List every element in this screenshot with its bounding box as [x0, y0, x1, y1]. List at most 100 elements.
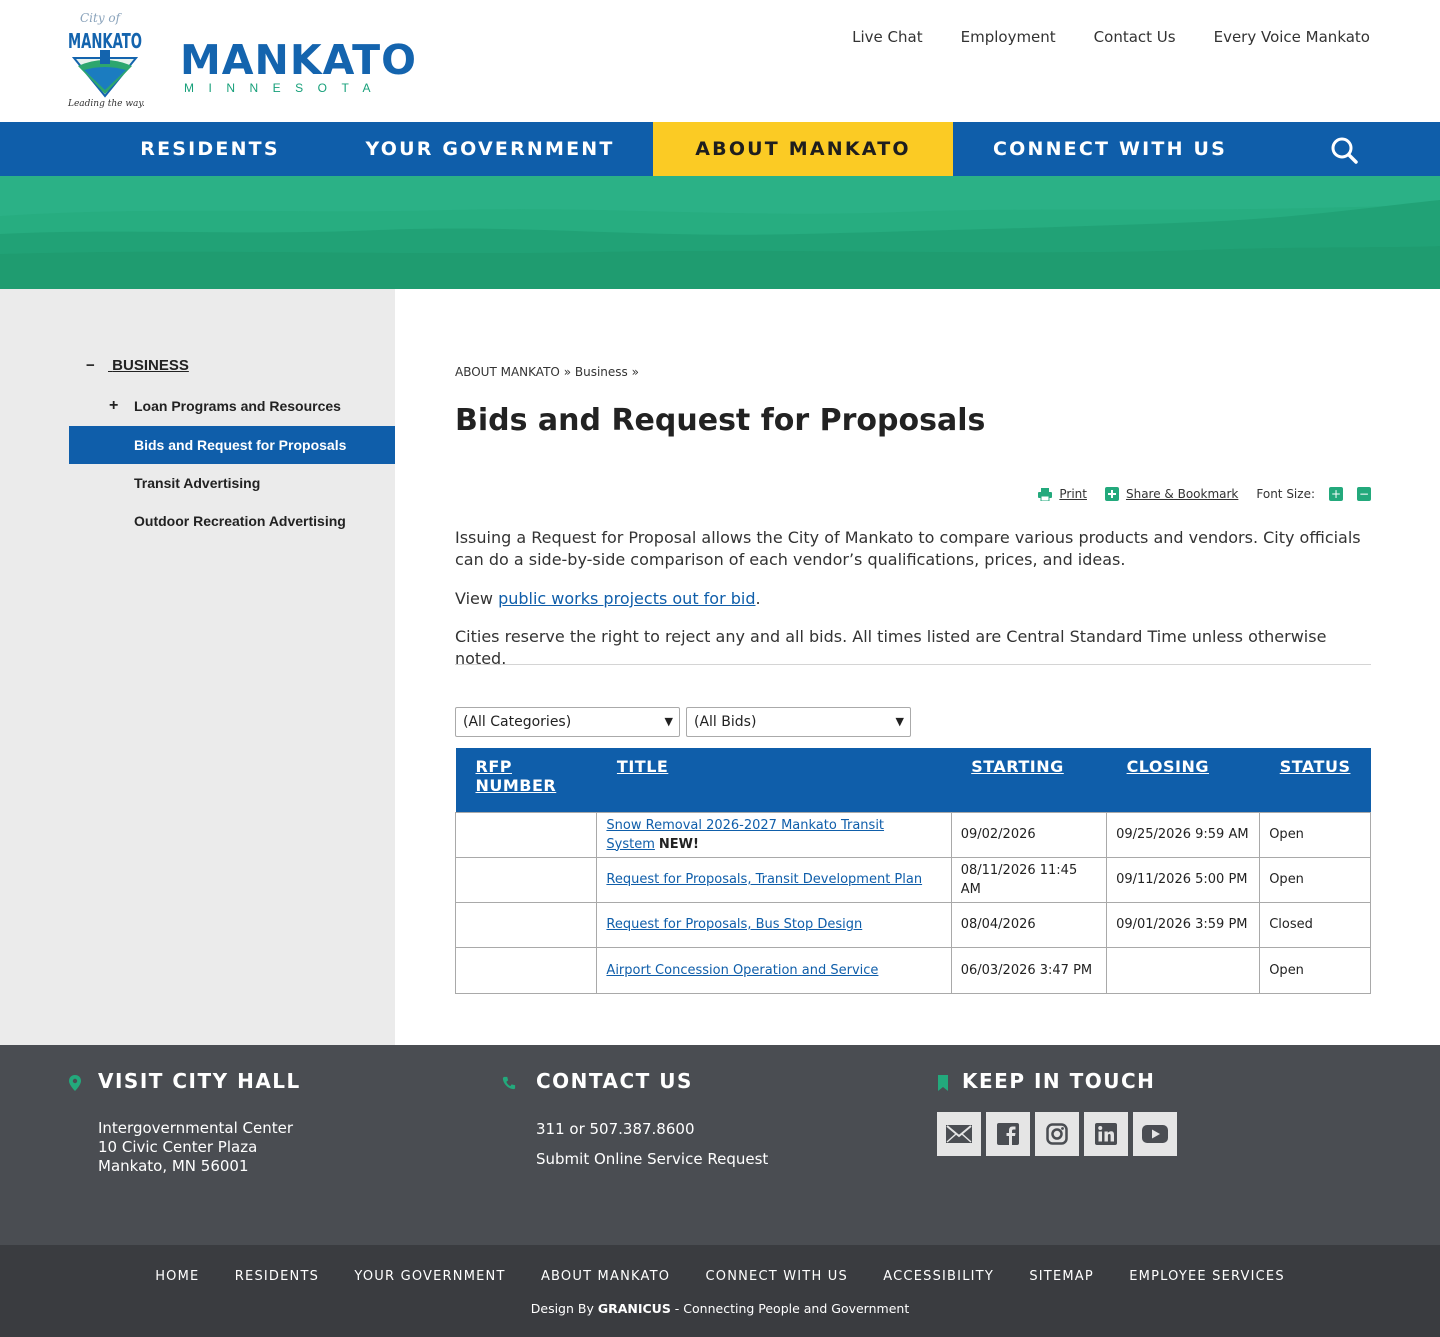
header-title: TITLE — [596, 748, 952, 812]
cell-title: Airport Concession Operation and Service — [596, 946, 952, 994]
footer-link-residents[interactable]: RESIDENTS — [235, 1269, 319, 1284]
nav-connect-with-us[interactable]: CONNECT WITH US — [985, 122, 1235, 176]
footer-link-sitemap[interactable]: SITEMAP — [1029, 1269, 1094, 1284]
collapse-icon: − — [86, 357, 95, 374]
city-seal-logo[interactable]: City of MANKATO Leading the way... — [66, 8, 151, 112]
cell-closing: 09/25/2026 9:59 AM — [1106, 811, 1261, 858]
sidebar-item-outdoor-advertising[interactable]: Outdoor Recreation Advertising — [69, 502, 395, 540]
map-pin-icon — [69, 1075, 81, 1091]
nav-about-mankato[interactable]: ABOUT MANKATO — [653, 122, 953, 176]
credit-suffix: - Connecting People and Government — [670, 1301, 910, 1316]
footer-link-employee-services[interactable]: EMPLOYEE SERVICES — [1129, 1269, 1285, 1284]
seal-name-text: MANKATO — [68, 29, 142, 53]
footer-nav: HOME RESIDENTS YOUR GOVERNMENT ABOUT MAN… — [0, 1269, 1440, 1284]
sort-closing[interactable]: CLOSING — [1127, 757, 1209, 776]
font-increase-button[interactable]: + — [1329, 487, 1343, 501]
sort-title[interactable]: TITLE — [617, 757, 668, 776]
wordmark-sub: MINNESOTA — [184, 81, 385, 95]
footer-bottom-bar: HOME RESIDENTS YOUR GOVERNMENT ABOUT MAN… — [0, 1245, 1440, 1337]
sidebar-item-label: BUSINESS — [112, 357, 189, 374]
cell-status: Open — [1259, 811, 1371, 858]
cell-starting: 08/04/2026 — [950, 901, 1108, 948]
service-request-link[interactable]: Submit Online Service Request — [536, 1150, 768, 1169]
address-line: Mankato, MN 56001 — [98, 1157, 249, 1175]
sidebar-item-bids[interactable]: Bids and Request for Proposals — [69, 426, 395, 464]
category-select[interactable]: (All Categories) ▼ — [455, 707, 680, 737]
breadcrumb-separator: » — [563, 365, 572, 379]
seal-script-text: City of — [80, 11, 123, 25]
print-link[interactable]: Print — [1059, 487, 1087, 501]
footer-link-connect[interactable]: CONNECT WITH US — [706, 1269, 848, 1284]
section-sidebar: − BUSINESS + Loan Programs and Resources… — [0, 289, 395, 1045]
printer-icon — [1038, 488, 1053, 501]
table-header-row: RFP NUMBER TITLE STARTING CLOSING STATUS — [455, 748, 1371, 812]
chevron-down-icon: ▼ — [664, 715, 673, 728]
breadcrumb-business[interactable]: Business — [575, 365, 628, 379]
cell-closing: 09/01/2026 3:59 PM — [1106, 901, 1261, 948]
linkedin-icon[interactable] — [1084, 1112, 1128, 1156]
util-link-live-chat[interactable]: Live Chat — [852, 28, 922, 46]
search-icon[interactable] — [1328, 134, 1360, 166]
page-title: Bids and Request for Proposals — [455, 403, 986, 438]
intro-paragraph: Issuing a Request for Proposal allows th… — [455, 528, 1361, 569]
cell-status: Open — [1259, 946, 1371, 994]
public-works-bids-link[interactable]: public works projects out for bid — [498, 589, 755, 608]
util-link-contact-us[interactable]: Contact Us — [1094, 28, 1176, 46]
sidebar-item-transit-advertising[interactable]: Transit Advertising — [69, 464, 395, 502]
footer-link-your-government[interactable]: YOUR GOVERNMENT — [354, 1269, 505, 1284]
footer-visit-col: VISIT CITY HALL Intergovernmental Center… — [98, 1069, 301, 1176]
font-decrease-button[interactable]: − — [1357, 487, 1371, 501]
sort-rfp-number[interactable]: RFP NUMBER — [476, 757, 557, 795]
bid-title-link[interactable]: Request for Proposals, Transit Developme… — [606, 872, 922, 887]
sidebar-item-label: Loan Programs and Resources — [134, 398, 341, 414]
sidebar-item-loan-programs[interactable]: + Loan Programs and Resources — [69, 387, 395, 425]
site-header: City of MANKATO Leading the way... MANKA… — [0, 0, 1440, 122]
sort-status[interactable]: STATUS — [1280, 757, 1351, 776]
util-link-every-voice[interactable]: Every Voice Mankato — [1214, 28, 1370, 46]
table-row: Request for Proposals, Bus Stop Design 0… — [454, 901, 1371, 948]
cell-status: Closed — [1259, 901, 1371, 948]
header-status: STATUS — [1259, 748, 1371, 812]
view-suffix: . — [755, 589, 761, 608]
cell-title: Request for Proposals, Bus Stop Design — [596, 901, 952, 948]
social-links — [937, 1112, 1177, 1156]
granicus-link[interactable]: GRANICUS — [598, 1301, 671, 1316]
footer-link-about-mankato[interactable]: ABOUT MANKATO — [541, 1269, 670, 1284]
new-badge: NEW! — [658, 836, 699, 852]
sidebar-item-business[interactable]: − BUSINESS — [86, 357, 189, 374]
cell-status: Open — [1259, 856, 1371, 903]
breadcrumb: ABOUT MANKATO » Business » — [455, 365, 639, 379]
breadcrumb-about-mankato[interactable]: ABOUT MANKATO — [455, 365, 560, 379]
page-tools: Print Share & Bookmark Font Size: + − — [1020, 487, 1371, 501]
footer-link-home[interactable]: HOME — [155, 1269, 199, 1284]
category-select-value: (All Categories) — [463, 714, 572, 730]
design-credit: Design By GRANICUS - Connecting People a… — [0, 1301, 1440, 1316]
bid-title-link[interactable]: Airport Concession Operation and Service — [606, 963, 878, 978]
facebook-icon[interactable] — [986, 1112, 1030, 1156]
instagram-icon[interactable] — [1035, 1112, 1079, 1156]
share-bookmark-link[interactable]: Share & Bookmark — [1126, 487, 1238, 501]
credit-brand: GRANICUS — [597, 1301, 671, 1316]
mankato-wordmark[interactable]: MANKATO MINNESOTA — [180, 38, 417, 94]
header-closing: CLOSING — [1106, 748, 1260, 812]
bid-title-link[interactable]: Request for Proposals, Bus Stop Design — [606, 917, 862, 932]
wordmark-main: MANKATO — [180, 36, 417, 84]
cell-starting: 06/03/2026 3:47 PM — [950, 946, 1108, 994]
sidebar-item-label: Outdoor Recreation Advertising — [134, 513, 346, 529]
util-link-employment[interactable]: Employment — [961, 28, 1056, 46]
bid-status-select[interactable]: (All Bids) ▼ — [686, 707, 911, 737]
nav-residents[interactable]: RESIDENTS — [120, 122, 300, 176]
nav-your-government[interactable]: YOUR GOVERNMENT — [355, 122, 625, 176]
bid-title-link[interactable]: Snow Removal 2026-2027 Mankato Transit S… — [606, 818, 884, 852]
hero-banner — [0, 176, 1440, 289]
table-row: Snow Removal 2026-2027 Mankato Transit S… — [454, 811, 1371, 858]
phone-link[interactable]: 311 or 507.387.8600 — [536, 1120, 768, 1139]
breadcrumb-separator: » — [631, 365, 639, 379]
youtube-icon[interactable] — [1133, 1112, 1177, 1156]
footer-link-accessibility[interactable]: ACCESSIBILITY — [883, 1269, 994, 1284]
cell-rfp-number — [454, 901, 598, 948]
address-line: Intergovernmental Center — [98, 1119, 293, 1137]
email-icon[interactable] — [937, 1112, 981, 1156]
cell-title: Request for Proposals, Transit Developme… — [596, 856, 952, 903]
sort-starting[interactable]: STARTING — [971, 757, 1064, 776]
